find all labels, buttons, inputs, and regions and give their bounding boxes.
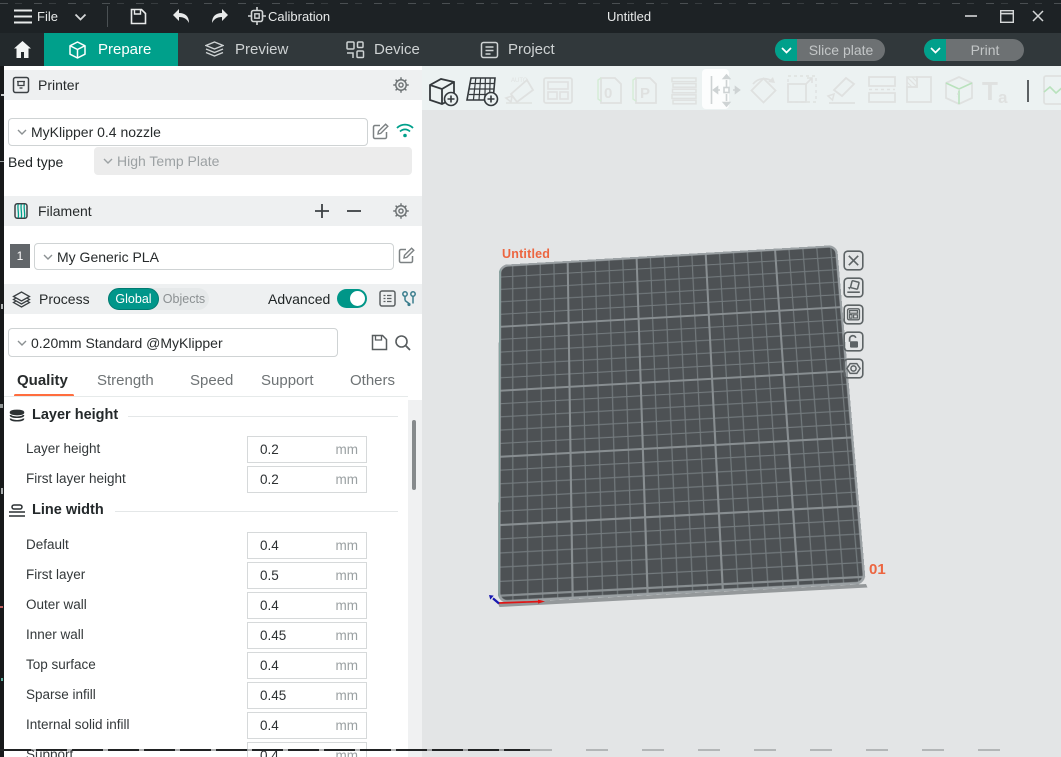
svg-text:a: a bbox=[998, 88, 1008, 107]
svg-text:AUTO: AUTO bbox=[511, 78, 528, 84]
svg-text:0: 0 bbox=[604, 85, 612, 102]
svg-text:T: T bbox=[982, 76, 998, 106]
svg-text:P: P bbox=[640, 85, 650, 102]
